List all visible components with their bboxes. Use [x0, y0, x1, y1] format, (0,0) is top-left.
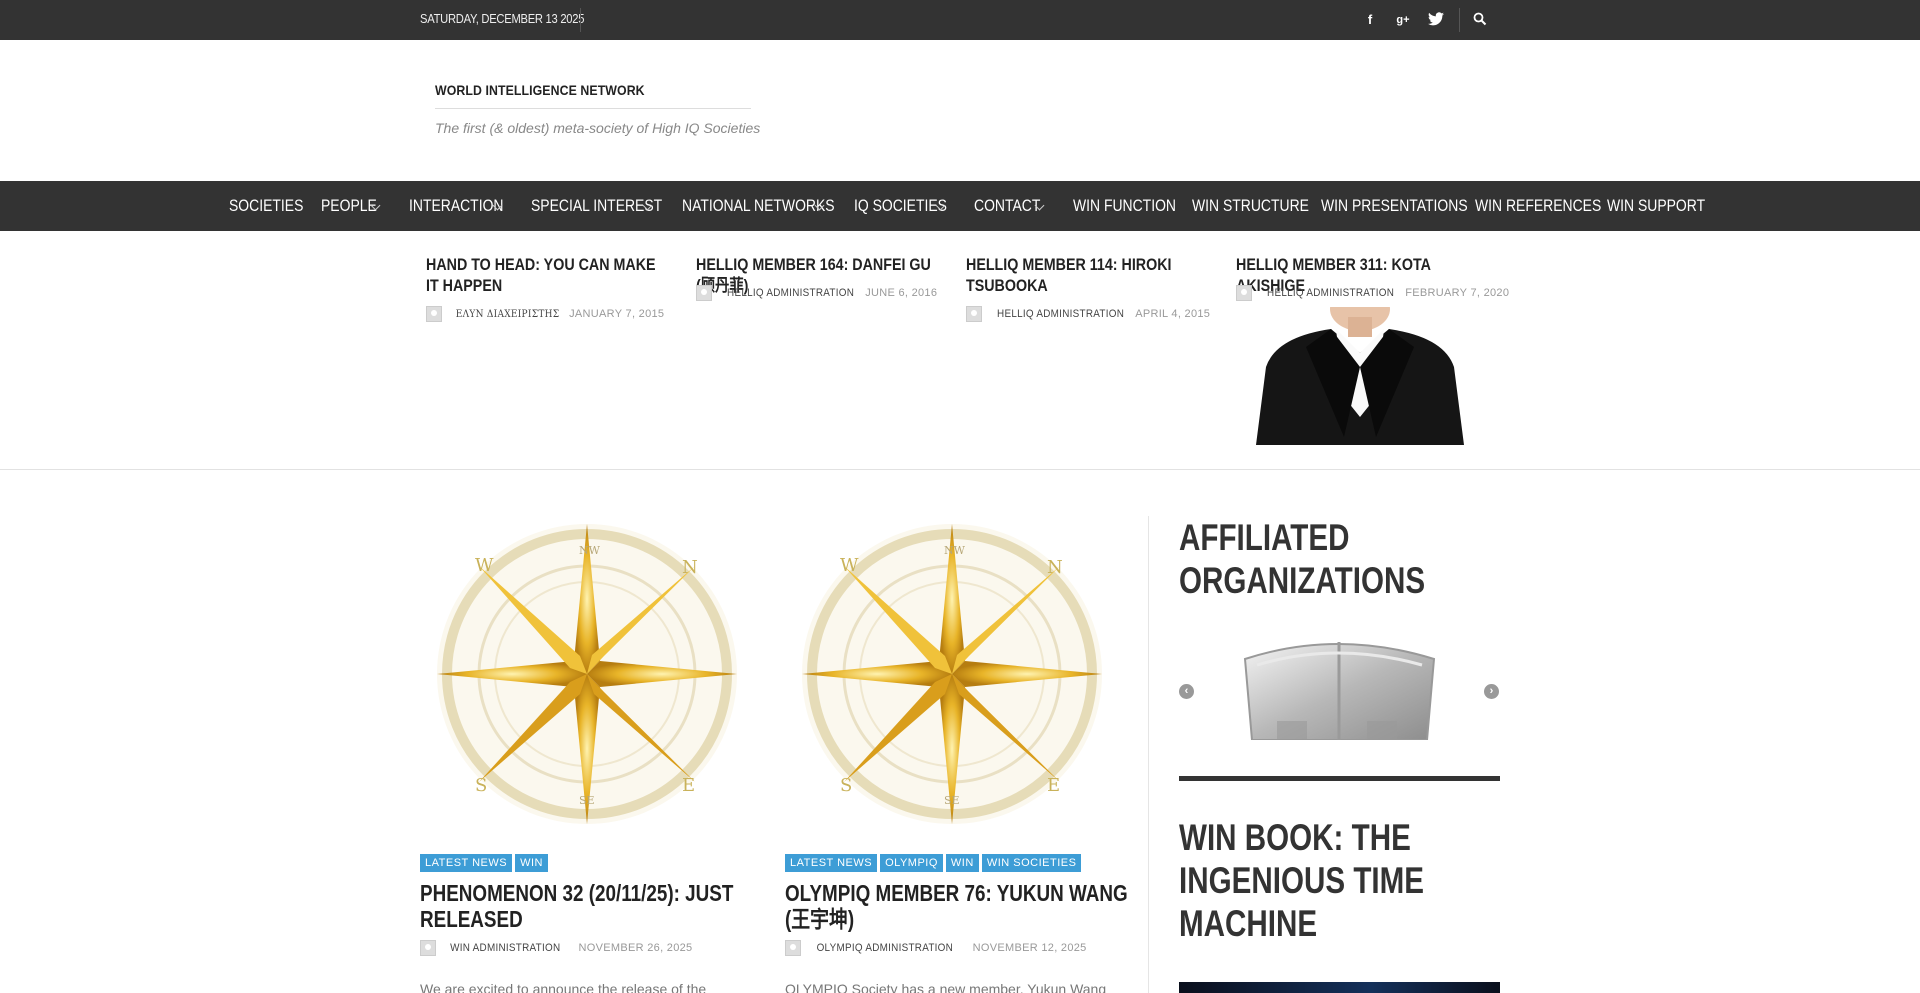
featured-item[interactable]: HAND TO HEAD: YOU CAN MAKE IT HAPPEN — [426, 254, 716, 296]
category-badge[interactable]: LATEST NEWS — [785, 854, 878, 872]
affiliate-logo[interactable] — [1237, 637, 1442, 740]
category-list: LATEST NEWS OLYMPIQ WIN WIN SOCIETIES — [785, 853, 1084, 872]
author-name[interactable]: OLYMPIQ ADMINISTRATION — [817, 942, 953, 954]
svg-text:N: N — [1047, 557, 1063, 578]
svg-text:SE: SE — [579, 794, 595, 807]
post-meta: HELLIQ ADMINISTRATION JUNE 6, 2016 — [696, 285, 937, 301]
current-date: SATURDAY, DECEMBER 13 2025 — [420, 11, 585, 26]
avatar — [420, 940, 436, 956]
avatar — [696, 285, 712, 301]
nav-item-win-function[interactable]: WIN FUNCTION — [1073, 196, 1176, 216]
category-badge[interactable]: LATEST NEWS — [420, 854, 513, 872]
post-date: JANUARY 7, 2015 — [569, 307, 665, 320]
nav-item-iq-societies[interactable]: IQ SOCIETIES — [854, 196, 947, 216]
post-excerpt: We are excited to announce the release o… — [420, 981, 707, 993]
chevron-left-icon[interactable]: ‹ — [1179, 684, 1194, 699]
post-meta: HELLIQ ADMINISTRATION FEBRUARY 7, 2020 — [1236, 285, 1509, 301]
author-name[interactable]: WIN ADMINISTRATION — [450, 942, 560, 954]
chevron-right-icon[interactable]: › — [1484, 684, 1499, 699]
divider — [1179, 776, 1500, 781]
widget-title-affiliated: AFFILIATED ORGANIZATIONS — [1179, 517, 1426, 601]
post-date: APRIL 4, 2015 — [1135, 307, 1211, 320]
featured-title[interactable]: HELLIQ MEMBER 114: HIROKI TSUBOOKA — [966, 254, 1176, 296]
svg-text:N: N — [682, 557, 698, 578]
main-nav: SOCIETIES PEOPLE INTERACTION SPECIAL INT… — [0, 181, 1920, 231]
featured-item[interactable]: HELLIQ MEMBER 114: HIROKI TSUBOOKA — [966, 254, 1216, 296]
category-badge[interactable]: WIN — [515, 854, 548, 872]
svg-text:SE: SE — [944, 794, 960, 807]
widget-title-book: WIN BOOK: THE INGENIOUS TIME MACHINE — [1179, 817, 1425, 944]
nav-item-people[interactable]: PEOPLE — [321, 196, 377, 216]
divider — [0, 469, 1920, 470]
post-thumbnail[interactable]: NW SE W N S E — [785, 516, 1119, 831]
nav-item-win-references[interactable]: WIN REFERENCES — [1475, 196, 1601, 216]
author-name[interactable]: HELLIQ ADMINISTRATION — [1267, 287, 1394, 299]
category-list: LATEST NEWS WIN — [420, 853, 551, 872]
post-date: JUNE 6, 2016 — [865, 286, 938, 299]
avatar — [426, 306, 442, 322]
svg-text:E: E — [1047, 775, 1060, 796]
post-date: NOVEMBER 12, 2025 — [972, 941, 1087, 954]
category-badge[interactable]: WIN — [945, 854, 979, 872]
post-date: NOVEMBER 26, 2025 — [578, 941, 693, 954]
divider — [1148, 516, 1149, 993]
divider — [435, 108, 751, 109]
svg-text:W: W — [475, 555, 494, 576]
top-bar: SATURDAY, DECEMBER 13 2025 f g+ — [0, 0, 1920, 40]
category-badge[interactable]: OLYMPIQ — [880, 854, 943, 872]
nav-item-win-support[interactable]: WIN SUPPORT — [1607, 196, 1705, 216]
site-title[interactable]: WORLD INTELLIGENCE NETWORK — [435, 82, 645, 98]
post-date: FEBRUARY 7, 2020 — [1405, 286, 1510, 299]
avatar — [966, 306, 982, 322]
google-plus-icon[interactable]: g+ — [1395, 12, 1411, 28]
divider — [1459, 8, 1460, 32]
nav-item-interaction[interactable]: INTERACTION — [409, 196, 503, 216]
post-excerpt: OLYMPIQ Society has a new member, Yukun … — [785, 981, 1107, 993]
nav-item-win-structure[interactable]: WIN STRUCTURE — [1192, 196, 1309, 216]
post-title[interactable]: OLYMPIQ MEMBER 76: YUKUN WANG (王宇坤) — [785, 880, 1129, 932]
post-thumbnail[interactable]: NW SE W N S E — [420, 516, 754, 831]
avatar — [785, 940, 801, 956]
post-meta: HELLIQ ADMINISTRATION APRIL 4, 2015 — [966, 306, 1210, 322]
svg-text:NW: NW — [579, 544, 601, 557]
featured-title[interactable]: HAND TO HEAD: YOU CAN MAKE IT HAPPEN — [426, 254, 670, 296]
avatar — [1236, 285, 1252, 301]
post-title[interactable]: PHENOMENON 32 (20/11/25): JUST RELEASED — [420, 880, 764, 932]
svg-text:NW: NW — [944, 544, 966, 557]
post-meta: ΕΛΥΝ ΔΙΑΧΕΙΡΙΣΤΗΣ JANUARY 7, 2015 — [426, 306, 664, 322]
author-name[interactable]: HELLIQ ADMINISTRATION — [997, 308, 1124, 320]
twitter-icon[interactable] — [1428, 12, 1444, 28]
facebook-icon[interactable]: f — [1362, 12, 1378, 28]
author-name[interactable]: ΕΛΥΝ ΔΙΑΧΕΙΡΙΣΤΗΣ — [456, 309, 560, 320]
svg-text:S: S — [840, 775, 852, 796]
search-icon[interactable] — [1472, 12, 1488, 28]
category-badge[interactable]: WIN SOCIETIES — [981, 854, 1082, 872]
nav-item-contact[interactable]: CONTACT — [974, 196, 1040, 216]
site-tagline: The first (& oldest) meta-society of Hig… — [435, 120, 761, 136]
svg-text:W: W — [840, 555, 859, 576]
nav-item-societies[interactable]: SOCIETIES — [229, 196, 303, 216]
featured-thumbnail[interactable] — [1236, 307, 1484, 445]
book-cover-image[interactable] — [1179, 982, 1500, 993]
post-meta: OLYMPIQ ADMINISTRATION NOVEMBER 12, 2025 — [785, 940, 1087, 956]
svg-text:S: S — [475, 775, 487, 796]
svg-text:E: E — [682, 775, 695, 796]
nav-item-national-networks[interactable]: NATIONAL NETWORKS — [682, 196, 835, 216]
divider — [580, 8, 581, 32]
nav-item-win-presentations[interactable]: WIN PRESENTATIONS — [1321, 196, 1468, 216]
post-meta: WIN ADMINISTRATION NOVEMBER 26, 2025 — [420, 940, 692, 956]
author-name[interactable]: HELLIQ ADMINISTRATION — [727, 287, 854, 299]
